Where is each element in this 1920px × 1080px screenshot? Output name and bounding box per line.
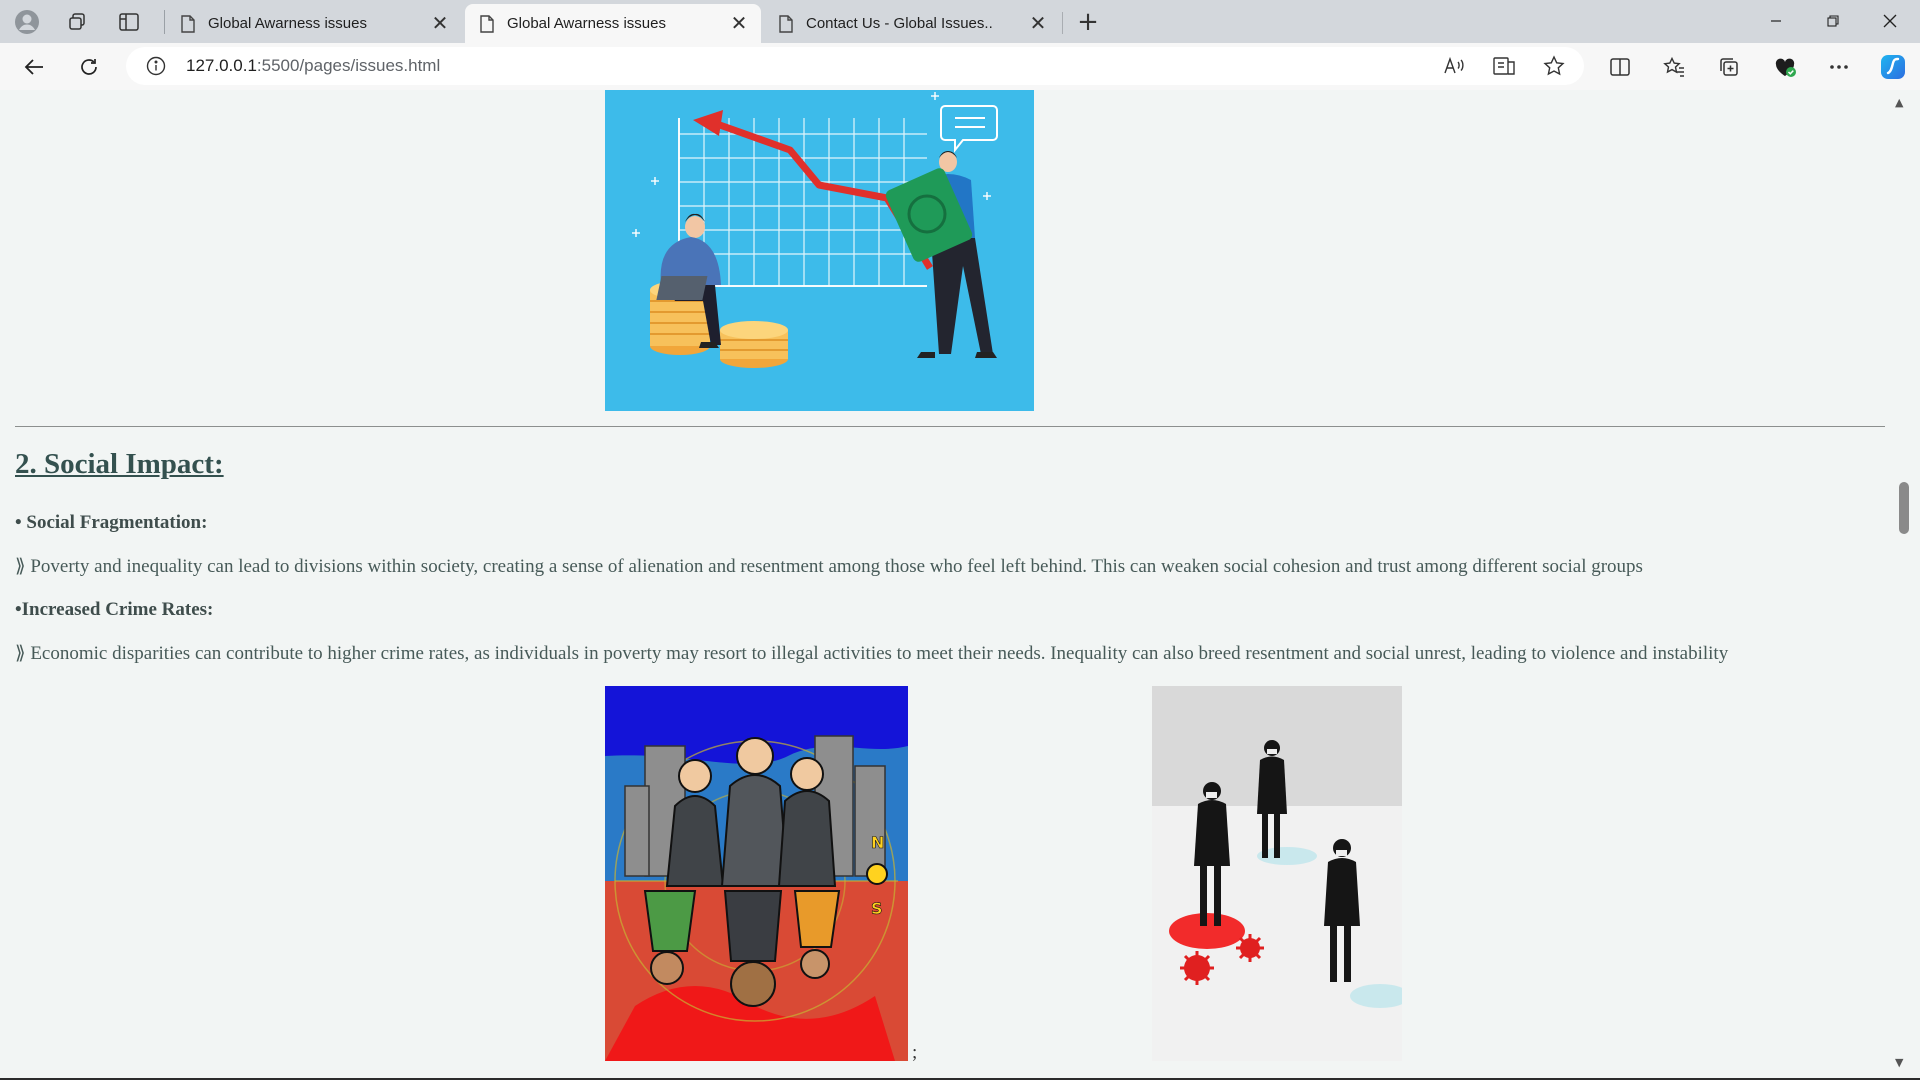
page-scrollbar[interactable]: ▲ ▼: [1885, 90, 1920, 1078]
stray-semicolon-text: ;: [912, 1042, 918, 1063]
tab-global-awarness-1[interactable]: Global Awarness issues ✕: [166, 4, 462, 43]
tab-strip: Global Awarness issues ✕ Global Awarness…: [0, 0, 1920, 43]
svg-text:S: S: [871, 899, 883, 918]
close-tab-icon[interactable]: ✕: [727, 12, 751, 36]
immersive-reader-icon[interactable]: [1488, 54, 1520, 78]
section-heading: 2. Social Impact:: [15, 448, 224, 480]
close-tab-icon[interactable]: ✕: [1026, 12, 1050, 36]
browser-essentials-icon[interactable]: [1768, 51, 1802, 83]
inequality-cartoon-image: N S: [605, 686, 908, 1061]
item-title-social-fragmentation: • Social Fragmentation:: [15, 512, 208, 533]
favorites-icon[interactable]: [1657, 51, 1691, 83]
tab-strip-divider: [164, 10, 165, 34]
profile-icon[interactable]: [11, 6, 43, 38]
social-distancing-image: [1152, 686, 1402, 1061]
close-window-button[interactable]: [1862, 0, 1918, 42]
tab-contact-us[interactable]: Contact Us - Global Issues.. ✕: [764, 4, 1060, 43]
browser-toolbar: 127.0.0.1:5500/pages/issues.html: [0, 43, 1920, 90]
minimize-button[interactable]: [1748, 0, 1804, 42]
new-tab-button[interactable]: +: [1072, 6, 1104, 38]
copilot-icon[interactable]: [1876, 51, 1910, 83]
url-host: 127.0.0.1: [186, 56, 257, 75]
url-text[interactable]: 127.0.0.1:5500/pages/issues.html: [186, 56, 440, 76]
tab-title: Global Awarness issues: [507, 15, 666, 32]
reload-button[interactable]: [72, 50, 106, 84]
scrollbar-thumb[interactable]: [1899, 482, 1909, 534]
item-title-crime-rates: •Increased Crime Rates:: [15, 599, 214, 620]
item-text-crime-rates: ⟫ Economic disparities can contribute to…: [15, 643, 1729, 664]
economic-chart-illustration: [605, 90, 1034, 411]
collections-icon[interactable]: [1712, 51, 1746, 83]
vertical-tabs-icon[interactable]: [113, 6, 145, 38]
svg-text:N: N: [871, 833, 884, 852]
page-viewport: 2. Social Impact: • Social Fragmentation…: [0, 90, 1920, 1078]
section-divider: [15, 426, 1887, 427]
split-screen-icon[interactable]: [1603, 51, 1637, 83]
tab-global-awarness-2[interactable]: Global Awarness issues ✕: [465, 4, 761, 43]
page-icon: [480, 14, 494, 33]
favorite-star-icon[interactable]: [1538, 54, 1570, 78]
site-info-icon[interactable]: [146, 56, 166, 76]
tab-title: Contact Us - Global Issues..: [806, 15, 993, 32]
scroll-down-arrow-icon[interactable]: ▼: [1895, 1056, 1903, 1069]
item-text-social-fragmentation: ⟫ Poverty and inequality can lead to div…: [15, 556, 1643, 577]
more-options-icon[interactable]: [1822, 51, 1856, 83]
scroll-up-arrow-icon[interactable]: ▲: [1895, 96, 1903, 109]
close-tab-icon[interactable]: ✕: [428, 12, 452, 36]
tab-title: Global Awarness issues: [208, 15, 367, 32]
url-path: :5500/pages/issues.html: [256, 56, 441, 75]
restore-button[interactable]: [1805, 0, 1861, 42]
page-icon: [181, 14, 195, 33]
tab-divider: [1062, 12, 1063, 34]
workspaces-icon[interactable]: [61, 6, 93, 38]
address-bar[interactable]: 127.0.0.1:5500/pages/issues.html: [126, 47, 1584, 85]
back-button[interactable]: [17, 50, 51, 84]
page-icon: [779, 14, 793, 33]
read-aloud-icon[interactable]: [1438, 54, 1470, 78]
